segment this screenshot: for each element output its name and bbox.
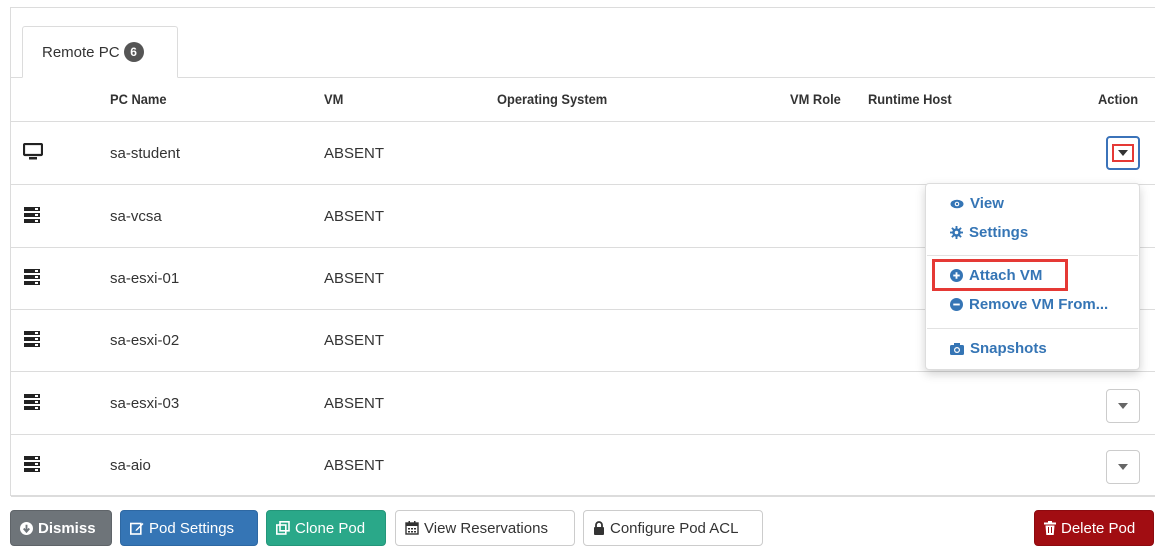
col-operating-system: Operating System [497,91,608,107]
plus-circle-icon [950,269,963,282]
server-icon [23,455,43,473]
server-icon [23,393,43,411]
action-dropdown-button[interactable] [1106,136,1140,170]
tab-label: Remote PC [42,43,120,61]
caret-down-icon [1118,150,1128,156]
pc-name: sa-student [110,145,181,162]
configure-pod-acl-button[interactable]: Configure Pod ACL [583,510,763,546]
col-vm: VM [324,91,344,107]
action-dropdown-button[interactable] [1106,450,1140,484]
pc-name: sa-esxi-02 [110,332,180,349]
menu-item-view[interactable]: View [950,195,1004,212]
vm-status: ABSENT [324,270,385,287]
menu-item-attach-vm[interactable]: Attach VM [950,267,1042,284]
server-icon [23,330,43,348]
menu-divider [927,255,1138,256]
button-label: Dismiss [38,519,96,537]
camera-icon [950,342,964,355]
menu-item-snapshots[interactable]: Snapshots [950,340,1047,357]
eye-icon [950,199,964,209]
button-label: View Reservations [424,519,548,537]
view-reservations-button[interactable]: View Reservations [395,510,575,546]
menu-item-label: Attach VM [969,267,1043,284]
edit-icon [130,521,144,535]
vm-status: ABSENT [324,457,385,474]
button-label: Clone Pod [295,519,366,537]
menu-divider [927,328,1138,329]
server-icon [23,268,43,286]
caret-down-icon [1118,464,1128,470]
menu-item-label: Remove VM From... [969,296,1109,313]
tab-count-badge: 6 [123,42,144,62]
action-dropdown-menu: View Settings Attach VM Remove VM From..… [925,183,1140,370]
menu-item-label: View [970,195,1004,212]
col-action: Action [1098,91,1139,107]
vm-status: ABSENT [324,395,385,412]
vm-status: ABSENT [324,332,385,349]
button-label: Pod Settings [149,519,235,537]
gear-icon [950,226,963,239]
table-row: sa-student ABSENT [11,123,1155,185]
table-row: sa-esxi-03 ABSENT [11,373,1155,435]
lock-icon [593,521,605,535]
server-icon [23,206,43,224]
arrow-circle-down-icon [20,521,33,535]
vm-status: ABSENT [324,208,385,225]
menu-item-label: Snapshots [970,340,1047,357]
action-dropdown-button[interactable] [1106,389,1140,423]
table-header: PC Name VM Operating System VM Role Runt… [11,78,1155,122]
pc-name: sa-aio [110,457,151,474]
menu-item-label: Settings [969,224,1029,241]
menu-item-settings[interactable]: Settings [950,224,1028,241]
clone-pod-button[interactable]: Clone Pod [266,510,386,546]
col-pc-name: PC Name [110,91,167,107]
pod-settings-button[interactable]: Pod Settings [120,510,258,546]
table-row: sa-aio ABSENT [11,435,1155,497]
delete-pod-button[interactable]: Delete Pod [1034,510,1154,546]
pc-name: sa-esxi-03 [110,395,180,412]
calendar-icon [405,521,419,535]
caret-down-icon [1118,403,1128,409]
minus-circle-icon [950,298,963,311]
button-label: Configure Pod ACL [610,519,739,537]
col-vm-role: VM Role [790,91,841,107]
button-label: Delete Pod [1061,519,1136,537]
menu-item-remove-vm[interactable]: Remove VM From... [950,296,1108,313]
highlight-box [1112,144,1134,162]
clone-icon [276,521,290,535]
col-runtime-host: Runtime Host [868,91,952,107]
vm-status: ABSENT [324,145,385,162]
trash-icon [1044,521,1056,535]
pc-name: sa-esxi-01 [110,270,180,287]
tab-remote-pc[interactable]: Remote PC 6 [22,26,178,78]
pc-name: sa-vcsa [110,208,162,225]
monitor-icon [23,143,43,161]
dismiss-button[interactable]: Dismiss [10,510,112,546]
